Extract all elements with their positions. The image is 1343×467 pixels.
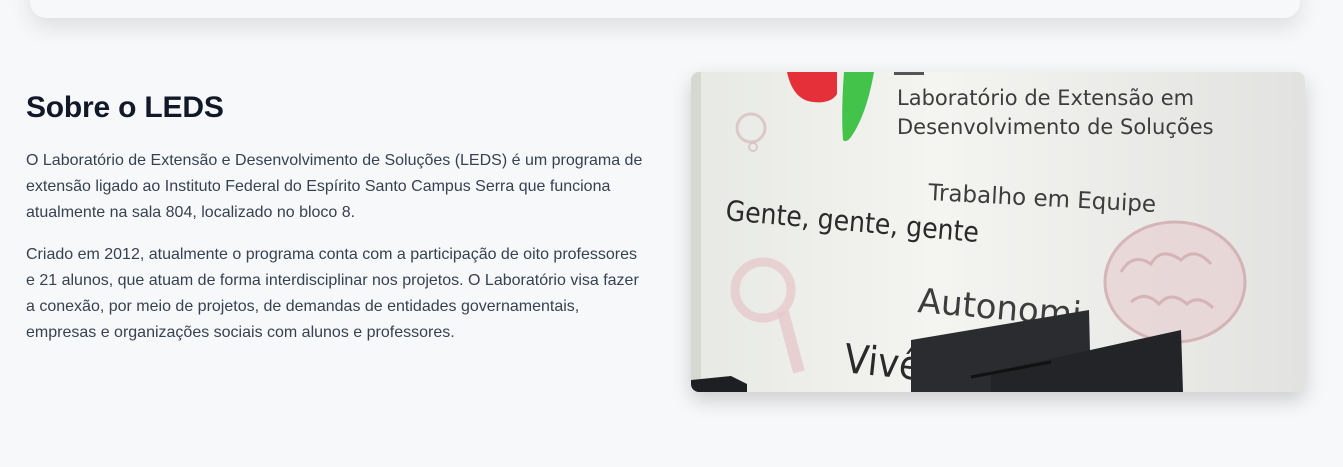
lab-photo: Laboratório de Extensão em Desenvolvimen… bbox=[691, 72, 1305, 392]
paragraph-history: Criado em 2012, atualmente o programa co… bbox=[26, 246, 639, 341]
top-card-shadow bbox=[30, 0, 1300, 18]
brain-drawing bbox=[1103, 220, 1247, 344]
lab-photo-illustration: Laboratório de Extensão em Desenvolvimen… bbox=[691, 72, 1305, 392]
about-section: Sobre o LEDS O Laboratório de Extensão e… bbox=[26, 92, 646, 362]
section-title: Sobre o LEDS bbox=[26, 91, 224, 124]
wall-title-line2: Desenvolvimento de Soluções bbox=[897, 115, 1214, 139]
paragraph-intro: O Laboratório de Extensão e Desenvolvime… bbox=[26, 152, 643, 221]
wall-title-line1: Laboratório de Extensão em bbox=[897, 86, 1194, 110]
